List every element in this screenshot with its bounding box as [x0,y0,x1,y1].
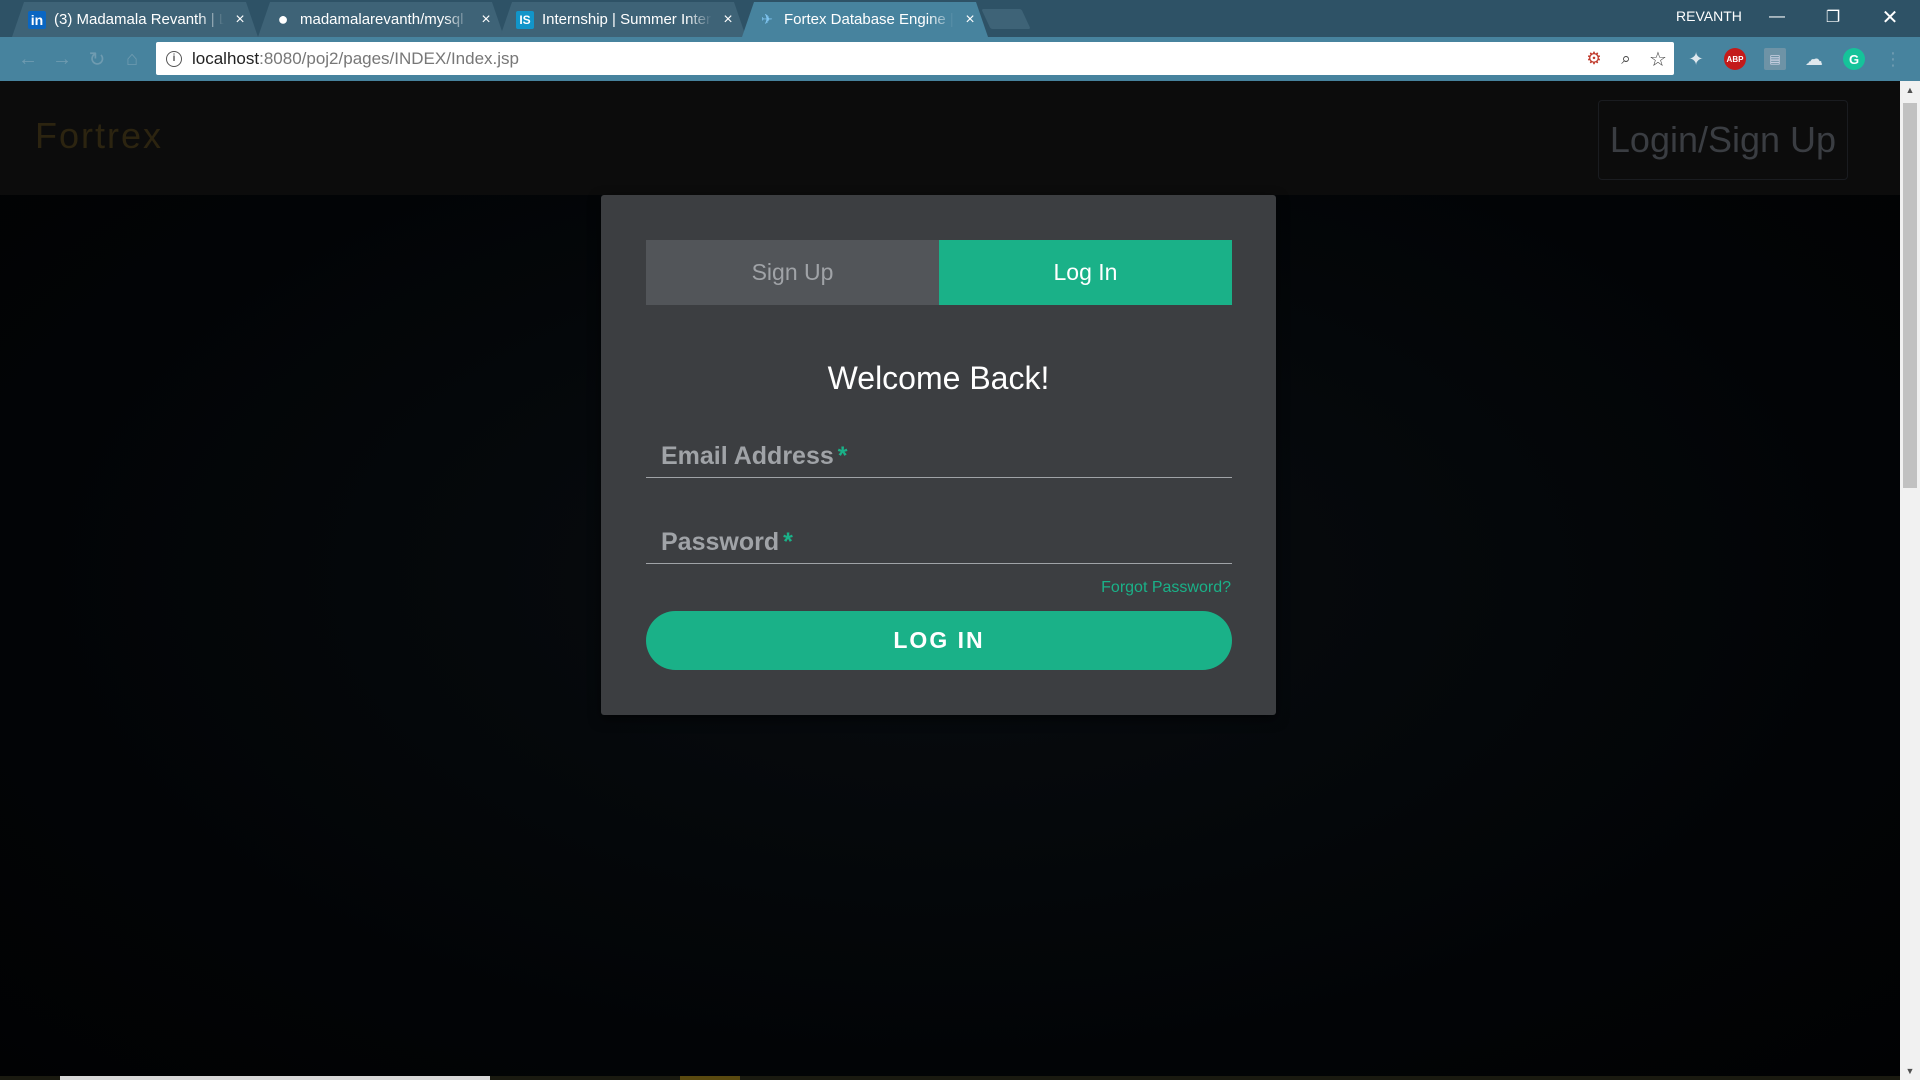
close-icon[interactable]: × [720,11,736,29]
page-bottom-strip [0,1076,1900,1080]
grammarly-icon[interactable]: G [1843,48,1865,70]
info-icon[interactable]: i [166,50,182,67]
zoom-icon[interactable]: ⌕ [1616,49,1636,69]
required-mark: * [783,528,793,556]
forgot-password-link[interactable]: Forgot Password? [1101,579,1231,597]
fortrex-icon: ✈ [761,11,773,27]
address-bar[interactable]: i localhost:8080/poj2/pages/INDEX/Index.… [156,42,1674,75]
password-field[interactable]: Password * [646,516,1232,564]
restore-icon[interactable]: ❐ [1813,3,1853,31]
browser-tab-github[interactable]: ● madamalarevanth/mysql × [258,2,504,37]
browser-toolbar: ← → ↻ ⌂ i localhost:8080/poj2/pages/INDE… [0,37,1920,81]
reload-icon[interactable]: ↻ [85,47,109,71]
browser-titlebar: in (3) Madamala Revanth | L × ● madamala… [0,0,1920,37]
brand-logo[interactable]: Fortrex [35,115,163,157]
menu-kebab-icon[interactable]: ⋮ [1882,48,1904,70]
scroll-thumb[interactable] [1903,103,1917,488]
required-mark: * [837,442,848,470]
url-path: :8080/poj2/pages/INDEX/Index.jsp [259,48,519,68]
window-close-icon[interactable]: ✕ [1870,3,1910,31]
new-tab-button[interactable] [981,9,1031,29]
puzzle-extension-icon[interactable]: ✦ [1685,48,1707,70]
internshala-icon: IS [516,10,534,29]
site-header: Fortrex Login/Sign Up [0,81,1900,195]
email-field[interactable]: Email Address * [646,430,1232,478]
pdf-extension-icon[interactable]: ▤ [1764,48,1786,70]
tab-title: madamalarevanth/mysql [300,11,464,28]
tab-log-in[interactable]: Log In [939,240,1232,305]
login-form-card: Sign Up Log In Welcome Back! Email Addre… [601,195,1276,715]
form-heading: Welcome Back! [827,360,1050,396]
page-viewport: Fortrex Login/Sign Up Sign Up Log In Wel… [0,81,1900,1080]
browser-tab-internshala[interactable]: IS Internship | Summer Inter × [500,2,746,37]
blocked-popup-icon[interactable]: ⚙ [1584,49,1604,69]
browser-tab-fortex[interactable]: ✈ Fortex Database Engine | × [742,2,988,37]
scroll-down-icon[interactable]: ▼ [1900,1062,1920,1080]
linkedin-icon: in [28,10,46,29]
bookmark-star-icon[interactable]: ☆ [1648,49,1668,71]
tab-title: Internship | Summer Inter [542,11,711,28]
close-icon[interactable]: × [962,11,978,29]
scroll-up-icon[interactable]: ▲ [1900,81,1920,99]
github-icon: ● [277,9,289,29]
login-submit-button[interactable]: LOG IN [646,611,1232,670]
tab-title: (3) Madamala Revanth | L [54,11,224,28]
adblock-icon[interactable]: ABP [1724,48,1746,70]
close-icon[interactable]: × [232,11,248,29]
back-icon[interactable]: ← [16,47,40,71]
home-icon[interactable]: ⌂ [120,47,144,71]
profile-name[interactable]: REVANTH [1676,8,1742,24]
email-label: Email Address * [661,442,848,470]
close-icon[interactable]: × [478,11,494,29]
forward-icon[interactable]: → [50,47,74,71]
tab-title: Fortex Database Engine | [784,11,954,28]
vertical-scrollbar[interactable]: ▲ ▼ [1900,81,1920,1080]
password-label: Password * [661,528,793,556]
form-tab-group: Sign Up Log In [646,240,1232,305]
tab-sign-up[interactable]: Sign Up [646,240,939,305]
url-host: localhost [192,48,260,68]
login-signup-link[interactable]: Login/Sign Up [1598,100,1848,180]
cloud-extension-icon[interactable]: ☁ [1803,48,1825,70]
minimize-icon[interactable]: — [1757,3,1797,31]
browser-tab-linkedin[interactable]: in (3) Madamala Revanth | L × [12,2,258,37]
